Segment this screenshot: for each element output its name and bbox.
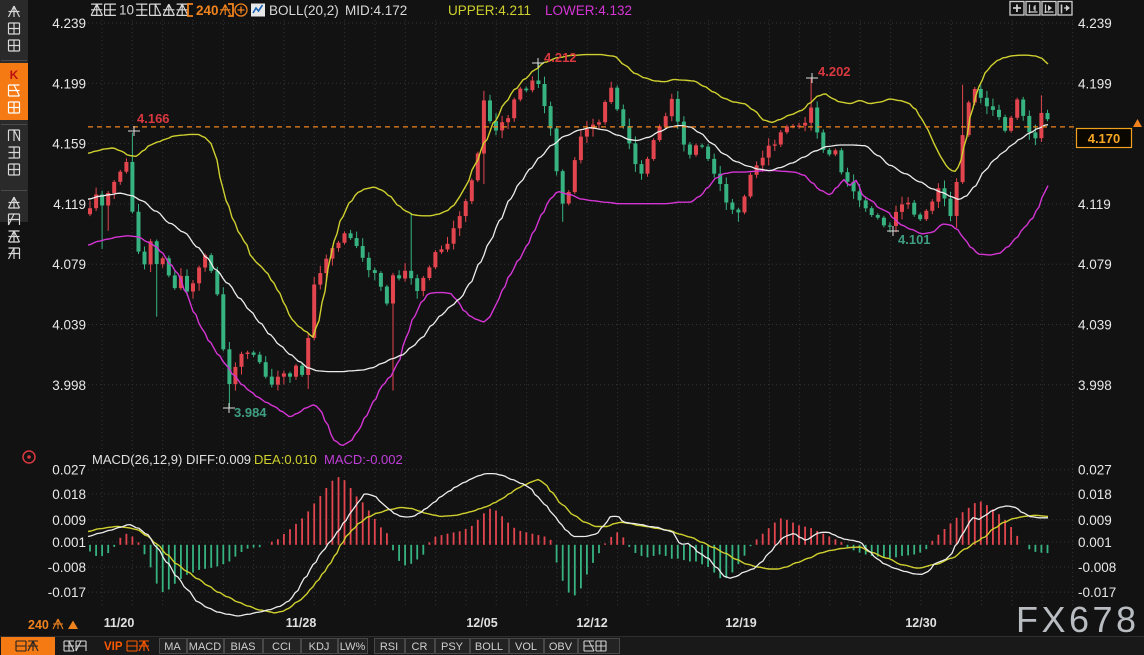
svg-text:CCI: CCI <box>272 641 291 653</box>
svg-text:MACD: MACD <box>189 641 221 653</box>
svg-text:BIAS: BIAS <box>230 641 255 653</box>
svg-text:VOL: VOL <box>515 641 537 653</box>
svg-text:BOLL(20,2): BOLL(20,2) <box>269 3 339 18</box>
svg-text:10: 10 <box>119 3 134 18</box>
svg-text:LOWER:4.132: LOWER:4.132 <box>545 3 632 18</box>
svg-text:UPPER:4.211: UPPER:4.211 <box>448 3 531 18</box>
svg-text:240: 240 <box>196 3 219 18</box>
svg-text:MA: MA <box>164 641 181 653</box>
svg-text:CR: CR <box>412 641 428 653</box>
svg-text:VIP: VIP <box>104 641 123 653</box>
svg-text:240: 240 <box>28 618 49 632</box>
svg-text:RSI: RSI <box>380 641 398 653</box>
svg-text:BOLL: BOLL <box>475 641 503 653</box>
svg-text:MID:4.172: MID:4.172 <box>345 3 407 18</box>
svg-text:PSY: PSY <box>441 641 464 653</box>
svg-text:K: K <box>10 68 19 82</box>
svg-text:OBV: OBV <box>549 641 573 653</box>
svg-text:LW%: LW% <box>340 641 366 653</box>
svg-text:KDJ: KDJ <box>309 641 330 653</box>
